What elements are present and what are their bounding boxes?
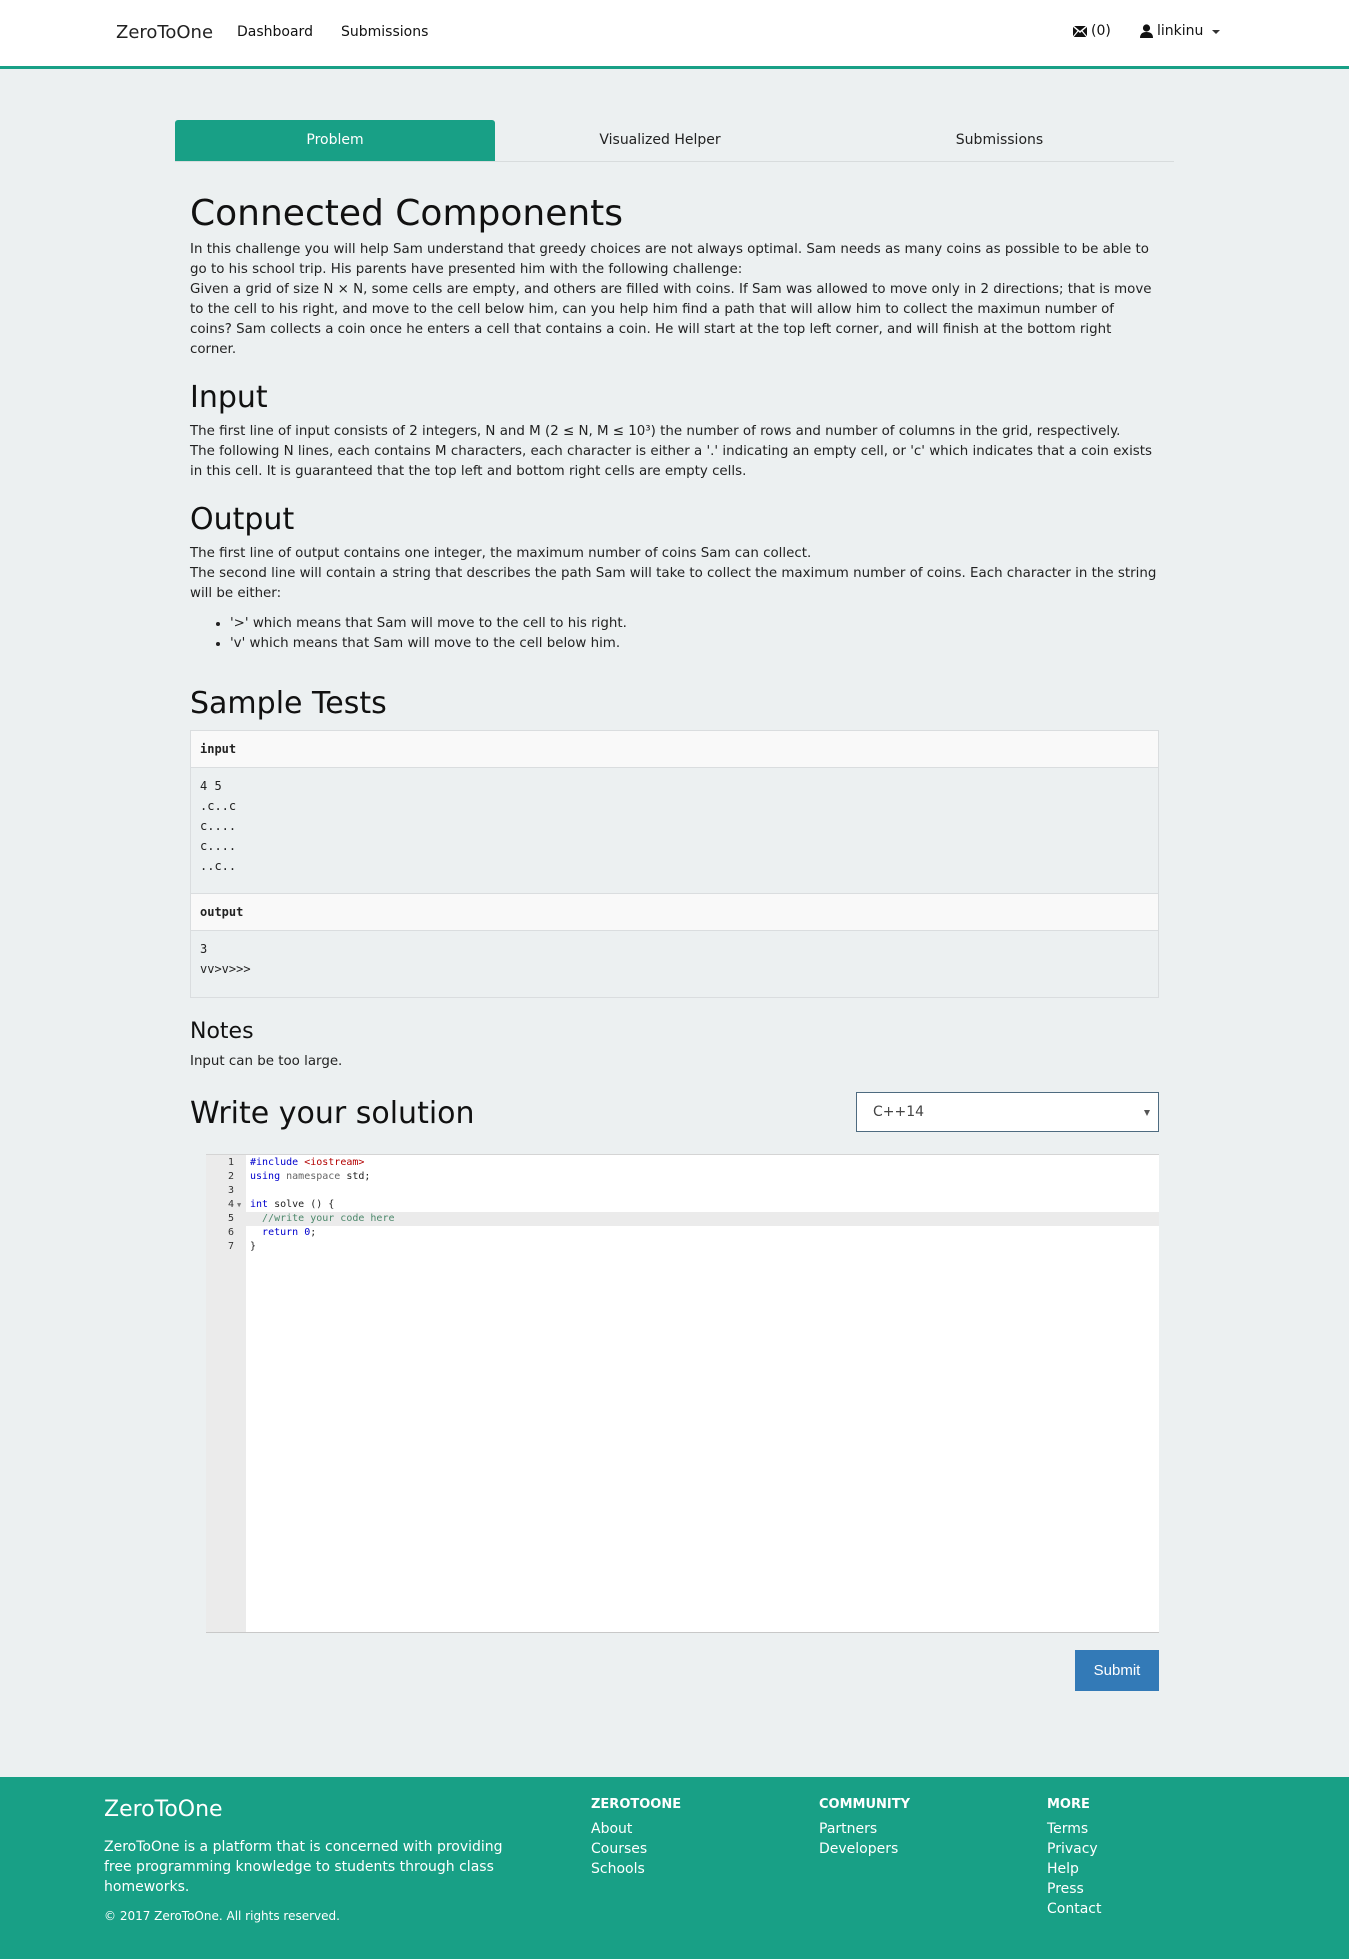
submit-button[interactable]: Submit — [1075, 1650, 1159, 1691]
problem-content: Connected Components In this challenge y… — [190, 190, 1159, 1134]
footer-link-developers[interactable]: Developers — [819, 1839, 910, 1859]
messages-count: (0) — [1091, 23, 1111, 39]
line-number: 4 — [227, 1199, 234, 1210]
line-number: 5 — [227, 1213, 234, 1224]
footer-column-zerotoone: ZEROTOONE About Courses Schools — [591, 1797, 681, 1879]
footer-column-community: COMMUNITY Partners Developers — [819, 1797, 910, 1859]
intro-paragraph-2: Given a grid of size N × N, some cells a… — [190, 282, 1152, 357]
notes-heading: Notes — [190, 1019, 254, 1044]
top-navbar: ZeroToOne Dashboard Submissions (0) link… — [0, 0, 1349, 69]
code-line[interactable]: 2 using namespace std; — [206, 1170, 1159, 1184]
code-editor[interactable]: 1 #include <iostream> 2 using namespace std… — [206, 1154, 1159, 1633]
sample-tests-heading: Sample Tests — [190, 686, 387, 721]
sample-output-value: 3 vv>v>>> — [191, 931, 1158, 997]
bullet-right: '>' which means that Sam will move to th… — [230, 614, 1159, 634]
line-number: 6 — [227, 1227, 234, 1238]
code-line[interactable]: 5 //write your code here — [206, 1212, 1159, 1226]
messages-button[interactable]: (0) — [1073, 23, 1111, 39]
code-text: } — [250, 1241, 257, 1252]
problem-tabs: Problem Visualized Helper Submissions — [175, 120, 1174, 162]
footer-brand: ZeroToOne — [104, 1797, 223, 1822]
code-text: //write your code here — [250, 1213, 395, 1224]
line-number: 3 — [227, 1185, 234, 1196]
code-text: return 0; — [262, 1227, 317, 1238]
code-line[interactable]: 6 return 0; — [206, 1226, 1159, 1240]
nav-dashboard-link[interactable]: Dashboard — [237, 24, 313, 40]
nav-submissions-link[interactable]: Submissions — [341, 24, 428, 40]
user-menu-dropdown[interactable]: linkinu — [1140, 23, 1221, 39]
footer-link-help[interactable]: Help — [1047, 1859, 1101, 1879]
solution-header: Write your solution C++14 — [190, 1092, 1159, 1134]
code-line[interactable]: 3 — [206, 1184, 1159, 1198]
footer-link-contact[interactable]: Contact — [1047, 1899, 1101, 1919]
sample-output-label: output — [191, 894, 1158, 931]
footer-link-courses[interactable]: Courses — [591, 1839, 681, 1859]
chevron-down-icon — [1212, 30, 1221, 34]
footer-link-about[interactable]: About — [591, 1819, 681, 1839]
sample-tests-box: input 4 5 .c..c c.... c.... ..c.. output… — [190, 730, 1159, 998]
username: linkinu — [1157, 23, 1204, 39]
footer-column-title: COMMUNITY — [819, 1797, 911, 1812]
code-text: using namespace std; — [250, 1171, 371, 1182]
code-line[interactable]: 4 ▼ int solve () { — [206, 1198, 1159, 1212]
notes-text: Input can be too large. — [190, 1054, 343, 1069]
output-paragraph-1: The first line of output contains one in… — [190, 546, 812, 561]
input-paragraph-2: The following N lines, each contains M c… — [190, 444, 1152, 479]
dropdown-arrow-icon — [1144, 1110, 1150, 1116]
sample-input-value: 4 5 .c..c c.... c.... ..c.. — [191, 768, 1158, 894]
output-heading: Output — [190, 502, 295, 537]
line-number: 7 — [227, 1241, 234, 1252]
line-number: 2 — [227, 1171, 234, 1182]
language-select[interactable]: C++14 — [856, 1092, 1159, 1132]
footer-link-press[interactable]: Press — [1047, 1879, 1101, 1899]
input-heading: Input — [190, 380, 268, 415]
tab-visualized-helper[interactable]: Visualized Helper — [495, 120, 825, 161]
code-line[interactable]: 1 #include <iostream> — [206, 1156, 1159, 1170]
footer-link-privacy[interactable]: Privacy — [1047, 1839, 1101, 1859]
input-paragraph-1: The first line of input consists of 2 in… — [190, 424, 1121, 439]
output-bullets: '>' which means that Sam will move to th… — [230, 614, 1159, 654]
code-text: int solve () { — [250, 1199, 335, 1210]
brand-logo[interactable]: ZeroToOne — [116, 22, 213, 43]
language-selected-value: C++14 — [873, 1104, 925, 1120]
footer-description: ZeroToOne is a platform that is concerne… — [104, 1839, 503, 1895]
footer-link-terms[interactable]: Terms — [1047, 1819, 1101, 1839]
user-icon — [1140, 24, 1153, 38]
envelope-icon — [1073, 25, 1087, 37]
problem-title: Connected Components — [190, 193, 624, 234]
footer-link-partners[interactable]: Partners — [819, 1819, 910, 1839]
code-line[interactable]: 7} — [206, 1240, 1159, 1254]
sample-input-label: input — [191, 731, 1158, 768]
tab-problem[interactable]: Problem — [175, 120, 495, 161]
tab-submissions[interactable]: Submissions — [825, 120, 1174, 161]
bullet-down: 'v' which means that Sam will move to th… — [230, 634, 1159, 654]
line-number: 1 — [227, 1157, 234, 1168]
footer-copyright: © 2017 ZeroToOne. All rights reserved. — [104, 1909, 340, 1923]
footer-column-more: MORE Terms Privacy Help Press Contact — [1047, 1797, 1101, 1919]
intro-paragraph-1: In this challenge you will help Sam unde… — [190, 242, 1149, 277]
footer: ZeroToOne ZeroToOne is a platform that i… — [0, 1777, 1349, 1959]
fold-toggle-icon[interactable]: ▼ — [237, 1198, 241, 1212]
footer-column-title: ZEROTOONE — [591, 1797, 682, 1812]
code-text: #include <iostream> — [250, 1157, 365, 1168]
output-paragraph-2: The second line will contain a string th… — [190, 566, 1157, 601]
footer-link-schools[interactable]: Schools — [591, 1859, 681, 1879]
footer-column-title: MORE — [1047, 1797, 1090, 1812]
